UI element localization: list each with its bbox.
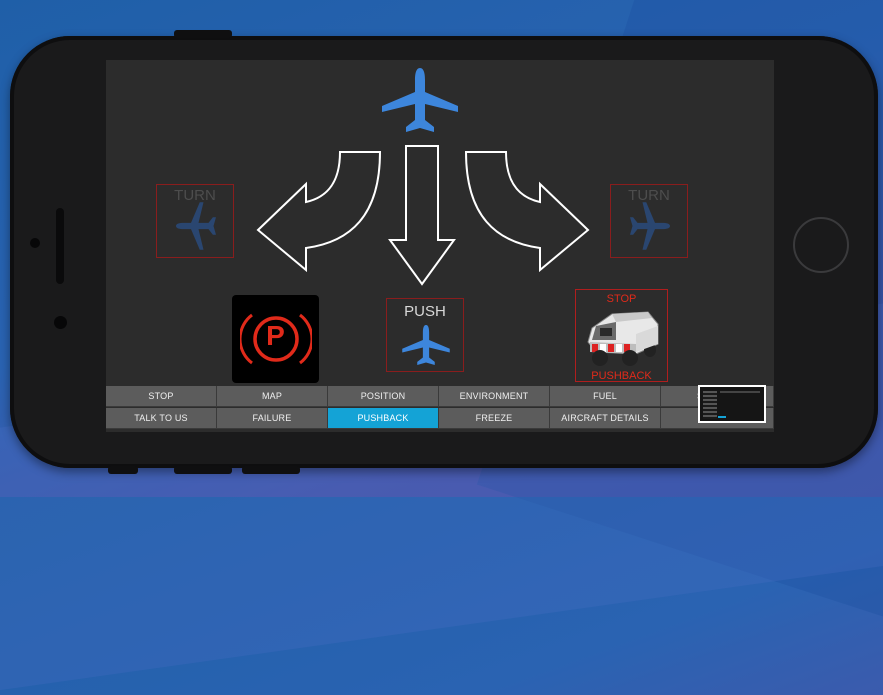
turn-left-button[interactable]: TURN (156, 184, 234, 258)
push-button[interactable]: PUSH (386, 298, 464, 372)
thumbnail-accent (718, 416, 726, 418)
phone-bottom-button (242, 466, 300, 474)
parking-brake-button[interactable]: P (232, 295, 319, 383)
phone-bottom-button (174, 466, 232, 474)
turn-left-arrow-icon[interactable] (254, 146, 386, 272)
phone-home-button[interactable] (793, 217, 849, 273)
menu-position-button[interactable]: POSITION (328, 386, 439, 407)
phone-bottom-button (108, 466, 138, 474)
menu-fuel-button[interactable]: FUEL (550, 386, 661, 407)
pushback-label: PUSHBACK (591, 370, 652, 382)
parking-brake-letter: P (266, 320, 285, 351)
menu-freeze-button[interactable]: FREEZE (439, 408, 550, 429)
turn-right-button[interactable]: TURN (610, 184, 688, 258)
tug-truck-icon (587, 311, 659, 366)
airplane-icon (630, 202, 670, 250)
phone-speaker-slot (56, 208, 64, 284)
phone-sensor-dot (30, 238, 40, 248)
airplane-icon (176, 202, 216, 250)
push-label: PUSH (404, 303, 446, 320)
push-straight-arrow-icon[interactable] (388, 144, 456, 286)
menu-talk-to-us-button[interactable]: TALK TO US (106, 408, 217, 429)
menu-map-button[interactable]: MAP (217, 386, 328, 407)
thumbnail-list (703, 391, 717, 419)
thumbnail-bar (720, 391, 760, 393)
app-screen: TURN TURN P PUSH STOP PUSHBACK STOP MAP … (106, 60, 774, 432)
menu-stop-button[interactable]: STOP (106, 386, 217, 407)
stop-label: STOP (606, 293, 637, 305)
airplane-icon (382, 68, 458, 132)
menu-failure-button[interactable]: FAILURE (217, 408, 328, 429)
screen-thumbnail[interactable] (698, 385, 766, 423)
bottom-menu: STOP MAP POSITION ENVIRONMENT FUEL S TAL… (106, 386, 774, 432)
airplane-icon (402, 325, 450, 365)
menu-pushback-button[interactable]: PUSHBACK (328, 408, 439, 429)
phone-top-button (174, 30, 232, 38)
phone-camera-icon (54, 316, 67, 329)
menu-aircraft-details-button[interactable]: AIRCRAFT DETAILS (550, 408, 661, 429)
menu-environment-button[interactable]: ENVIRONMENT (439, 386, 550, 407)
stop-pushback-button[interactable]: STOP PUSHBACK (575, 289, 668, 382)
turn-right-arrow-icon[interactable] (460, 146, 592, 272)
